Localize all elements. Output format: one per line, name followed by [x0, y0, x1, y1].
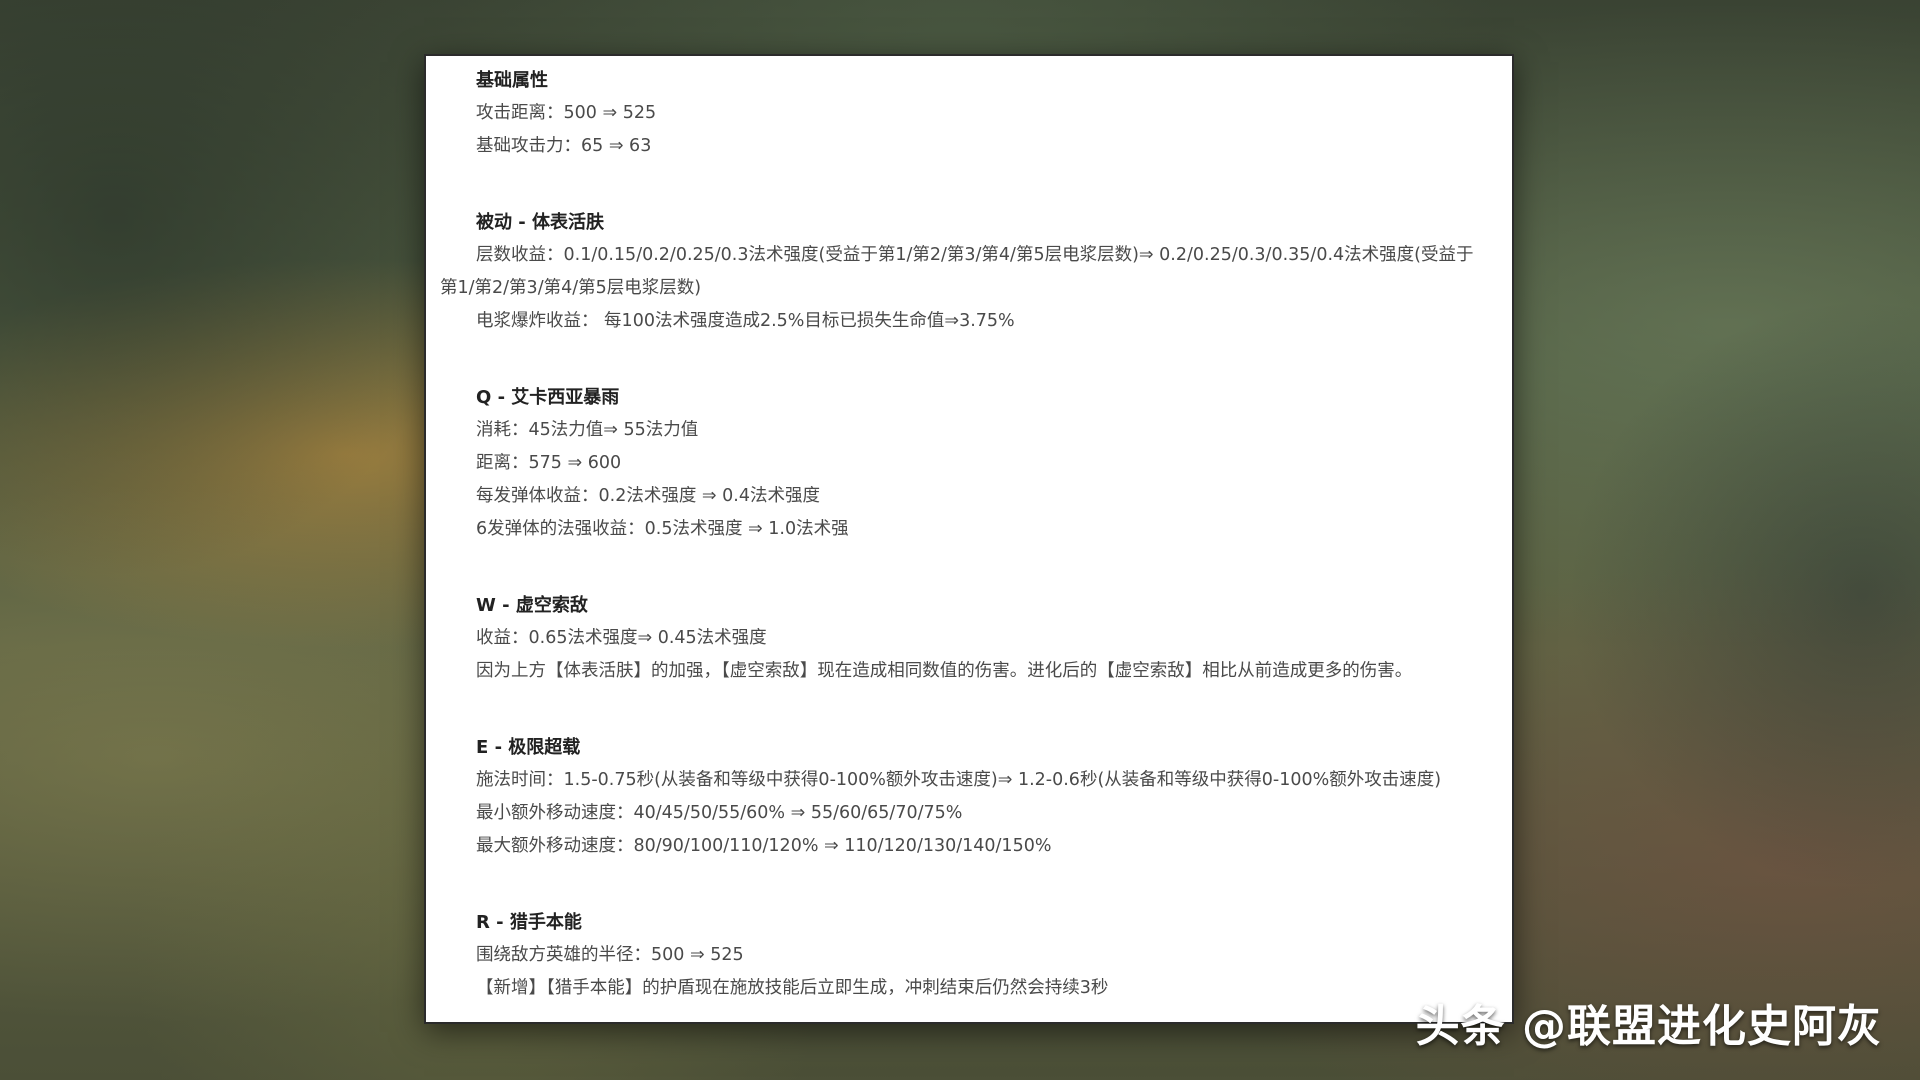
- section-passive: 被动 - 体表活肤 层数收益：0.1/0.15/0.2/0.25/0.3法术强度…: [440, 206, 1488, 338]
- section-title: 基础属性: [476, 70, 548, 91]
- note-line: 最小额外移动速度：40/45/50/55/60% ⇒ 55/60/65/70/7…: [476, 803, 963, 823]
- section-title: Q - 艾卡西亚暴雨: [476, 387, 620, 408]
- section-title: W - 虚空索敌: [476, 595, 588, 616]
- patch-notes-panel: 基础属性 攻击距离：500 ⇒ 525 基础攻击力：65 ⇒ 63 被动 - 体…: [424, 54, 1514, 1024]
- section-e: E - 极限超载 施法时间：1.5-0.75秒(从装备和等级中获得0-100%额…: [440, 731, 1488, 863]
- note-line: 围绕敌方英雄的半径：500 ⇒ 525: [476, 945, 744, 965]
- section-title: 被动 - 体表活肤: [476, 212, 605, 233]
- section-base-stats: 基础属性 攻击距离：500 ⇒ 525 基础攻击力：65 ⇒ 63: [440, 64, 1488, 163]
- note-line: 每发弹体收益：0.2法术强度 ⇒ 0.4法术强度: [476, 486, 820, 506]
- section-w: W - 虚空索敌 收益：0.65法术强度⇒ 0.45法术强度 因为上方【体表活肤…: [440, 589, 1488, 688]
- note-line: 距离：575 ⇒ 600: [476, 453, 622, 473]
- note-line: 层数收益：0.1/0.15/0.2/0.25/0.3法术强度(受益于第1/第2/…: [440, 245, 1474, 298]
- note-line: 消耗：45法力值⇒ 55法力值: [476, 420, 699, 440]
- section-title: E - 极限超载: [476, 737, 581, 758]
- note-line: 电浆爆炸收益： 每100法术强度造成2.5%目标已损失生命值⇒3.75%: [476, 311, 1015, 331]
- note-line: 6发弹体的法强收益：0.5法术强度 ⇒ 1.0法术强: [476, 519, 849, 539]
- note-line: 收益：0.65法术强度⇒ 0.45法术强度: [476, 628, 767, 648]
- note-line: 基础攻击力：65 ⇒ 63: [476, 136, 652, 156]
- watermark: 头条 @联盟进化史阿灰: [1415, 1001, 1882, 1052]
- section-r: R - 猎手本能 围绕敌方英雄的半径：500 ⇒ 525 【新增】【猎手本能】的…: [440, 906, 1488, 1005]
- note-line: 【新增】【猎手本能】的护盾现在施放技能后立即生成，冲刺结束后仍然会持续3秒: [476, 978, 1109, 998]
- note-line: 因为上方【体表活肤】的加强，【虚空索敌】现在造成相同数值的伤害。进化后的【虚空索…: [476, 661, 1413, 681]
- note-line: 攻击距离：500 ⇒ 525: [476, 103, 657, 123]
- section-title: R - 猎手本能: [476, 912, 582, 933]
- section-q: Q - 艾卡西亚暴雨 消耗：45法力值⇒ 55法力值 距离：575 ⇒ 600 …: [440, 381, 1488, 546]
- note-line: 施法时间：1.5-0.75秒(从装备和等级中获得0-100%额外攻击速度)⇒ 1…: [476, 770, 1442, 790]
- note-line: 最大额外移动速度：80/90/100/110/120% ⇒ 110/120/13…: [476, 836, 1052, 856]
